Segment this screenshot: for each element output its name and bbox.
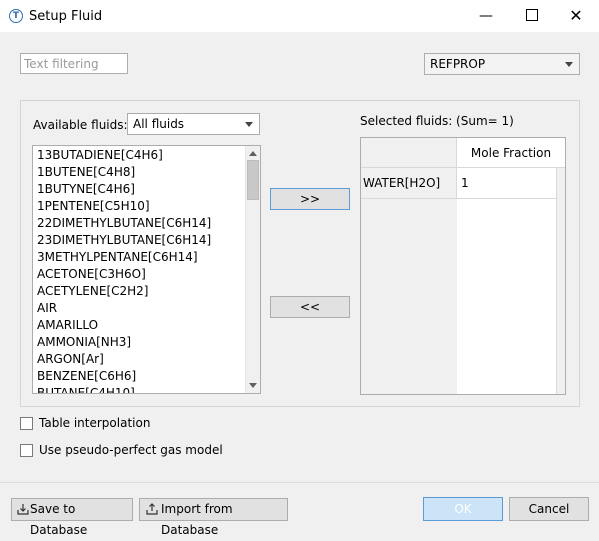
import-icon [146,503,158,515]
table-interpolation-checkbox[interactable] [20,417,33,430]
import-from-database-button[interactable]: Import from Database [139,498,288,537]
backend-select-value: REFPROP [430,57,486,71]
table-interpolation-label: Table interpolation [39,416,151,430]
fluid-category-value: All fluids [133,117,185,131]
minimize-button[interactable]: — [463,0,509,32]
save-icon [17,504,29,515]
backend-select[interactable]: REFPROP [424,53,580,75]
table-empty-area [457,199,557,394]
scroll-up-icon[interactable] [249,151,257,156]
list-item[interactable]: 3METHYLPENTANE[C6H14] [37,249,198,266]
list-item[interactable]: 1PENTENE[C5H10] [37,198,150,215]
list-item[interactable]: 1BUTYNE[C4H6] [37,181,135,198]
list-item[interactable]: ACETYLENE[C2H2] [37,283,148,300]
list-item[interactable]: 22DIMETHYLBUTANE[C6H14] [37,215,211,232]
import-from-database-label: Import from Database [161,502,233,537]
remove-fluid-button[interactable]: << [270,296,350,318]
table-row-header: WATER[H2O] [361,168,457,199]
list-scrollbar[interactable] [245,146,260,393]
scroll-thumb[interactable] [247,160,259,200]
available-fluids-label: Available fluids: [33,118,128,132]
close-button[interactable]: ✕ [553,0,599,32]
app-logo-icon: T [9,9,23,23]
selected-fluids-table[interactable]: Mole Fraction WATER[H2O] 1 [360,137,566,395]
list-item[interactable]: ARGON[Ar] [37,351,104,368]
scroll-down-icon[interactable] [249,383,257,388]
window-title: Setup Fluid [29,9,103,24]
list-item[interactable]: ACETONE[C3H6O] [37,266,146,283]
chevron-down-icon [565,62,573,67]
list-item[interactable]: AMMONIA[NH3] [37,334,131,351]
pseudo-perfect-gas-checkbox[interactable] [20,444,33,457]
save-to-database-label: Save to Database [30,502,88,537]
title-bar: T Setup Fluid — ✕ [0,0,599,32]
list-item[interactable]: AMARILLO [37,317,98,334]
fluid-category-select[interactable]: All fluids [127,113,260,135]
cancel-button[interactable]: Cancel [509,497,589,521]
list-item[interactable]: 1BUTENE[C4H8] [37,164,135,181]
list-item[interactable]: 13BUTADIENE[C4H6] [37,147,163,164]
mole-fraction-header: Mole Fraction [457,138,565,168]
list-item[interactable]: 23DIMETHYLBUTANE[C6H14] [37,232,211,249]
maximize-icon [526,9,538,21]
available-fluids-list[interactable]: 13BUTADIENE[C4H6] 1BUTENE[C4H8] 1BUTYNE[… [32,145,261,394]
chevron-down-icon [245,122,253,127]
list-item[interactable]: AIR [37,300,57,317]
list-item[interactable]: BENZENE[C6H6] [37,368,136,385]
selected-fluids-label: Selected fluids: (Sum= 1) [360,114,514,128]
maximize-button[interactable] [509,0,555,32]
footer-separator [0,482,599,483]
text-filter-input[interactable] [20,53,128,74]
save-to-database-button[interactable]: Save to Database [11,498,133,537]
mole-fraction-cell[interactable]: 1 [457,168,557,199]
ok-button[interactable]: OK [423,497,503,521]
pseudo-perfect-gas-label: Use pseudo-perfect gas model [39,443,223,457]
list-item[interactable]: BUTANE[C4H10] [37,385,135,393]
add-fluid-button[interactable]: >> [270,188,350,210]
table-corner [361,138,457,168]
